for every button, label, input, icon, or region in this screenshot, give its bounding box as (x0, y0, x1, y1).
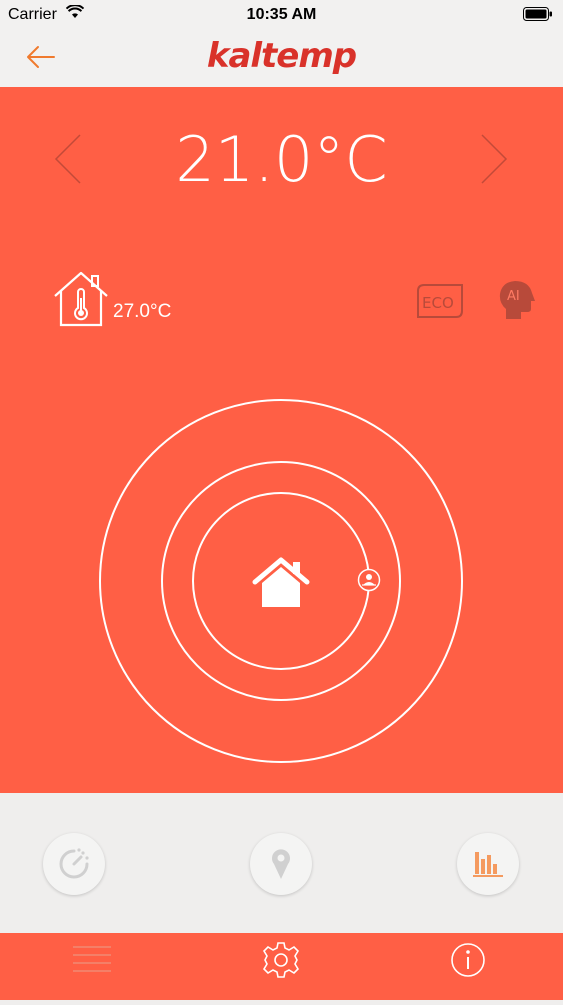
thermostat-panel: 21.0°C 27.0°C ECO AI (0, 87, 563, 793)
statistics-button[interactable] (457, 833, 519, 895)
indoor-temperature: 27.0°C (113, 301, 172, 322)
timer-button[interactable] (43, 833, 105, 895)
clock-time: 10:35 AM (246, 6, 317, 23)
tab-settings[interactable] (236, 933, 326, 1000)
tab-menu[interactable] (47, 933, 137, 1000)
brand-logo: kaltemp (206, 36, 357, 76)
menu-icon (73, 946, 111, 972)
info-icon (451, 943, 485, 977)
settings-gear-icon (262, 942, 300, 978)
battery-icon (523, 7, 552, 21)
status-bar: Carrier 10:35 AM (0, 0, 563, 30)
tab-bar (0, 933, 563, 1000)
location-pin-icon (272, 849, 290, 879)
svg-text:AI: AI (507, 289, 520, 304)
home-icon (252, 557, 310, 607)
tab-info[interactable] (423, 933, 513, 1000)
navigation-bar: kaltemp (0, 30, 563, 87)
svg-text:ECO: ECO (422, 294, 454, 312)
eco-icon[interactable]: ECO (415, 283, 465, 319)
timer-icon (59, 848, 89, 879)
location-button[interactable] (250, 833, 312, 895)
person-pin-icon[interactable] (357, 568, 381, 592)
bar-chart-icon (473, 852, 503, 877)
increase-temperature-button[interactable] (478, 133, 510, 185)
house-thermometer-icon (54, 271, 108, 327)
ai-head-icon[interactable]: AI (496, 279, 536, 321)
action-panel (0, 793, 563, 933)
